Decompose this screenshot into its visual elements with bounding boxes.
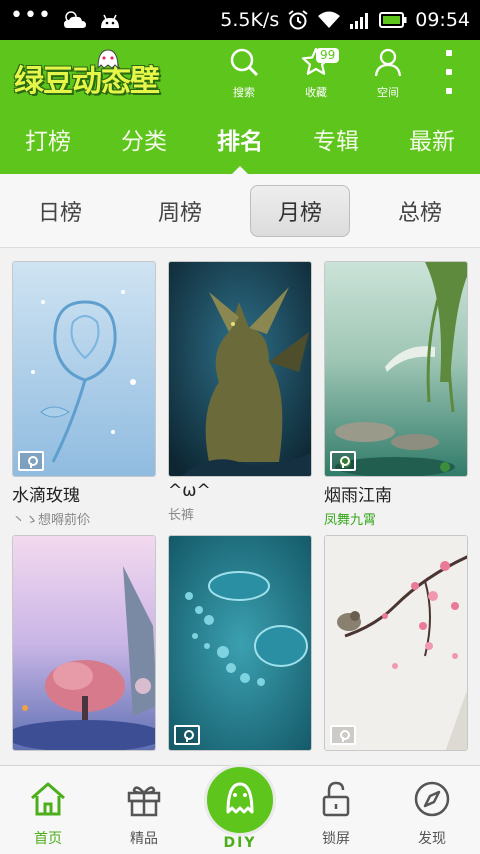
alarm-icon: [287, 9, 309, 31]
android-icon: [98, 10, 122, 30]
favorites-label: 收藏: [305, 86, 327, 99]
water-drops-image: [169, 536, 311, 750]
wallpaper-thumbnail[interactable]: [324, 535, 468, 751]
subtab-total[interactable]: 总榜: [360, 185, 480, 237]
wallpaper-title: 水滴玫瑰: [12, 486, 80, 506]
wallpaper-card[interactable]: ^ω^ 长裤: [168, 261, 312, 523]
wallpaper-title: ^ω^: [168, 481, 211, 501]
tab-category[interactable]: 分类: [96, 104, 192, 174]
nav-lockscreen-label: 锁屏: [322, 831, 350, 847]
subtab-monthly[interactable]: 月榜: [240, 184, 360, 237]
subtab-daily-label: 日榜: [37, 200, 82, 226]
misty-river-image: [325, 262, 467, 476]
weather-icon: [62, 10, 88, 30]
wallpaper-title: 烟雨江南: [324, 486, 392, 506]
subtab-total-label: 总榜: [397, 200, 442, 226]
ranking-period-tabs: 日榜 周榜 月榜 总榜: [0, 174, 480, 248]
nav-home-label: 首页: [34, 831, 62, 847]
battery-icon: [379, 12, 407, 28]
wallpaper-thumbnail[interactable]: [12, 261, 156, 477]
tab-album[interactable]: 专辑: [288, 104, 384, 174]
nav-home[interactable]: 首页: [8, 780, 88, 848]
home-icon: [28, 780, 68, 822]
wallpaper-card[interactable]: 水滴玫瑰 丶ゝ想嘚莂伱: [12, 261, 156, 528]
wallpaper-author[interactable]: 凤舞九霄: [324, 509, 468, 528]
ghost-mascot-icon: [94, 46, 122, 76]
fantasy-tree-image: [13, 536, 155, 750]
profile-label: 空间: [377, 86, 399, 99]
notification-dots: •••: [10, 3, 52, 28]
subtab-weekly-label: 周榜: [157, 200, 202, 226]
water-rose-image: [13, 262, 155, 476]
dragon-image: [169, 262, 311, 476]
plum-blossom-bird-image: [325, 536, 467, 750]
wallpaper-thumbnail[interactable]: [168, 535, 312, 751]
subtab-monthly-label: 月榜: [250, 184, 350, 237]
tab-dabang[interactable]: 打榜: [0, 104, 96, 174]
tab-ranking[interactable]: 排名: [192, 104, 288, 174]
wallpaper-grid: 水滴玫瑰 丶ゝ想嘚莂伱 ^ω^ 长裤 烟雨江南 凤舞九霄: [0, 249, 480, 765]
clock: 09:54: [415, 9, 470, 31]
more-menu-icon[interactable]: [446, 50, 454, 94]
compass-icon: [412, 780, 452, 822]
wallpaper-thumbnail[interactable]: [12, 535, 156, 751]
wallpaper-thumbnail[interactable]: [168, 261, 312, 477]
lockscreen-icon: [174, 725, 200, 745]
favorites-badge: 99: [316, 48, 340, 63]
favorites-button[interactable]: 99 收藏: [286, 46, 346, 100]
wallpaper-card[interactable]: 烟雨江南 凤舞九霄: [324, 261, 468, 528]
bottom-navigation: 首页 精品 DIY 锁屏 发现: [0, 764, 480, 854]
wallpaper-card[interactable]: [324, 535, 468, 755]
lockscreen-icon: [330, 725, 356, 745]
search-icon: [228, 46, 260, 82]
network-speed: 5.5K/s: [220, 9, 280, 31]
wifi-icon: [317, 10, 341, 30]
tab-latest[interactable]: 最新: [384, 104, 480, 174]
search-label: 搜索: [233, 86, 255, 99]
ghost-icon: [220, 778, 260, 822]
nav-discover[interactable]: 发现: [392, 780, 472, 848]
subtab-daily[interactable]: 日榜: [0, 185, 120, 237]
wallpaper-author[interactable]: 丶ゝ想嘚莂伱: [12, 509, 156, 528]
app-logo: 绿豆动态壁纸: [8, 46, 176, 143]
lockscreen-icon: [330, 451, 356, 471]
nav-lockscreen[interactable]: 锁屏: [296, 780, 376, 848]
wallpaper-card[interactable]: [12, 535, 156, 755]
profile-button[interactable]: 空间: [358, 46, 418, 100]
main-tabs: 打榜 分类 排名 专辑 最新: [0, 104, 480, 174]
lockscreen-icon: [18, 451, 44, 471]
user-icon: [372, 46, 404, 82]
subtab-weekly[interactable]: 周榜: [120, 185, 240, 237]
status-bar: ••• 5.5K/s 09:54: [0, 0, 480, 40]
signal-icon: [349, 11, 371, 29]
gift-icon: [124, 780, 164, 822]
nav-discover-label: 发现: [418, 831, 446, 847]
wallpaper-thumbnail[interactable]: [324, 261, 468, 477]
search-button[interactable]: 搜索: [214, 46, 274, 100]
diy-label: DIY: [223, 835, 257, 851]
nav-featured[interactable]: 精品: [104, 780, 184, 848]
app-header: 绿豆动态壁纸 搜索 99 收藏 空间: [0, 40, 480, 143]
diy-button[interactable]: [204, 764, 276, 836]
wallpaper-author[interactable]: 长裤: [168, 504, 312, 523]
nav-featured-label: 精品: [130, 831, 158, 847]
unlock-icon: [316, 780, 356, 822]
wallpaper-card[interactable]: [168, 535, 312, 755]
